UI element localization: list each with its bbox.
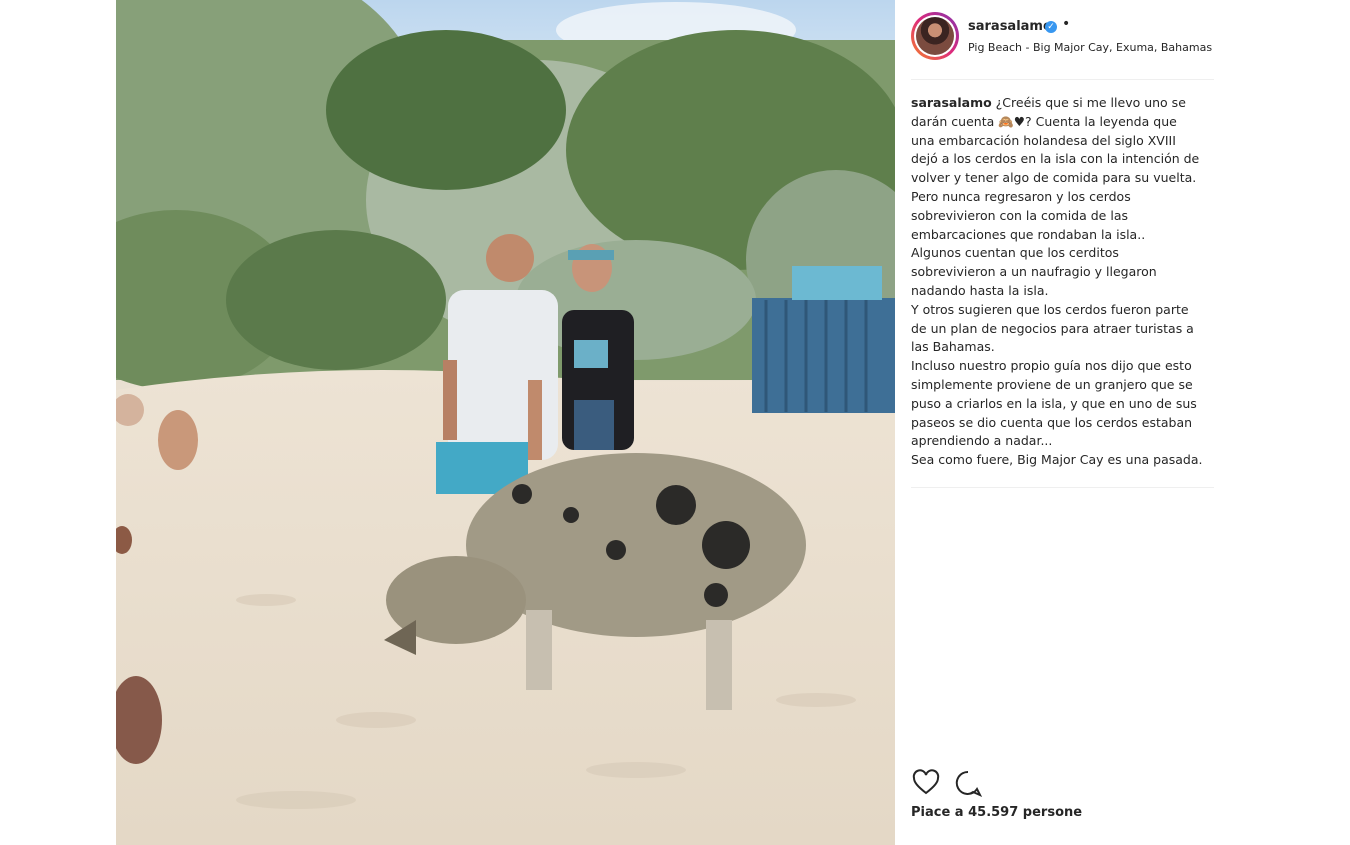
caption-paragraph: Incluso nuestro propio guía nos dijo que… xyxy=(911,358,1197,449)
separator-dot: • xyxy=(1062,16,1071,32)
comment-button[interactable] xyxy=(953,768,983,798)
post-side-panel: sarasalamo ✓ • Pig Beach - Big Major Cay… xyxy=(895,0,1220,845)
caption-paragraph: Sea como fuere, Big Major Cay es una pas… xyxy=(911,452,1203,468)
likes-count[interactable]: Piace a 45.597 persone xyxy=(911,805,1082,820)
caption-paragraph: sarasalamo ¿Creéis que si me llevo uno s… xyxy=(911,94,1203,244)
comment-bubble-icon xyxy=(955,770,983,797)
location-link[interactable]: Pig Beach - Big Major Cay, Exuma, Bahama… xyxy=(968,41,1212,54)
post-photo[interactable] xyxy=(116,0,895,845)
avatar-photo xyxy=(916,17,954,55)
caption-paragraph: Algunos cuentan que los cerditos sobrevi… xyxy=(911,245,1157,298)
divider xyxy=(911,79,1214,80)
divider xyxy=(911,487,1214,488)
like-button[interactable] xyxy=(911,768,941,798)
verified-badge-icon: ✓ xyxy=(1045,21,1057,33)
action-bar xyxy=(911,768,1214,800)
caption-username-link[interactable]: sarasalamo xyxy=(911,95,992,110)
caption: sarasalamo ¿Creéis que si me llevo uno s… xyxy=(911,94,1203,470)
caption-paragraph: Y otros sugieren que los cerdos fueron p… xyxy=(911,301,1194,355)
post-header: sarasalamo ✓ • Pig Beach - Big Major Cay… xyxy=(911,12,1214,74)
avatar[interactable] xyxy=(911,12,959,60)
instagram-post: sarasalamo ✓ • Pig Beach - Big Major Cay… xyxy=(116,0,1220,845)
username-link[interactable]: sarasalamo xyxy=(968,19,1052,34)
caption-text: ¿Creéis que si me llevo uno se darán cue… xyxy=(911,95,1200,242)
heart-icon xyxy=(912,769,940,795)
beach-pig-scene-image xyxy=(116,0,895,845)
